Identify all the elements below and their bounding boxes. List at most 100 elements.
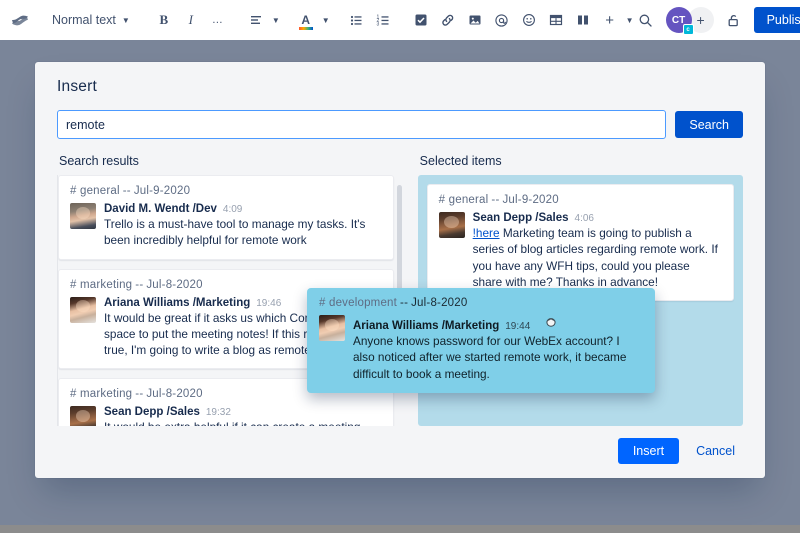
dragged-message-card[interactable]: # development--Jul-8-2020 Ariana William… <box>307 288 655 393</box>
message-row: David M. Wendt /Dev 4:09 Trello is a mus… <box>70 203 382 249</box>
message-body: Sean Depp /Sales 4:06 !here Marketing te… <box>473 212 722 290</box>
message-time: 19:32 <box>206 407 231 418</box>
channel-name: # general <box>439 194 489 206</box>
list-item[interactable]: # general--Jul-9-2020 David M. Wendt /De… <box>58 175 394 260</box>
screen: Normal text ▼ B I … ▼ A ▼ <box>0 0 800 533</box>
numbered-list-icon[interactable]: 123 <box>371 8 395 32</box>
chevron-down-icon[interactable]: ▼ <box>322 16 330 25</box>
message-text: Anyone knows password for our WebEx acco… <box>353 333 643 382</box>
message-time: 4:09 <box>223 204 242 215</box>
separator: -- <box>132 388 146 400</box>
bullet-list-icon[interactable] <box>344 8 368 32</box>
collaborator-avatars[interactable]: CT c + <box>666 7 714 33</box>
message-row: Sean Depp /Sales 4:06 !here Marketing te… <box>439 212 722 290</box>
chevron-down-icon: ▼ <box>122 16 130 25</box>
message-date: Jul-8-2020 <box>146 279 202 291</box>
message-meta: Sean Depp /Sales 19:32 <box>104 406 382 418</box>
message-meta: Ariana Williams /Marketing 19:44 <box>353 315 643 332</box>
alignment-group[interactable]: ▼ <box>244 8 280 32</box>
search-input[interactable] <box>57 110 666 139</box>
search-icon[interactable] <box>634 8 658 32</box>
text-color-letter: A <box>301 14 310 26</box>
dialog-footer: Insert Cancel <box>35 426 765 478</box>
image-icon[interactable] <box>463 8 487 32</box>
confluence-logo-icon <box>10 6 30 34</box>
emoji-icon[interactable] <box>517 8 541 32</box>
separator: -- <box>120 185 134 197</box>
editor-toolbar: Normal text ▼ B I … ▼ A ▼ <box>0 0 800 40</box>
page-layout-icon[interactable] <box>571 8 595 32</box>
link-icon[interactable] <box>436 8 460 32</box>
insert-more-button[interactable]: + <box>598 8 622 32</box>
dialog-title: Insert <box>57 78 743 96</box>
message-text-body: Marketing team is going to publish a ser… <box>473 226 718 289</box>
message-body: Ariana Williams /Marketing 19:44 Anyone … <box>353 315 643 382</box>
dialog-header: Insert <box>35 62 765 106</box>
message-date: Jul-8-2020 <box>146 388 202 400</box>
avatar-app-badge: c <box>683 24 694 35</box>
list-item[interactable]: # general--Jul-9-2020 Sean Depp /Sales 4… <box>427 184 734 301</box>
message-meta: Sean Depp /Sales 4:06 <box>473 212 722 224</box>
message-date: Jul-8-2020 <box>411 297 467 309</box>
channel-name: # general <box>70 185 120 197</box>
message-row: Sean Depp /Sales 19:32 It would be extra… <box>70 406 382 426</box>
grabbing-hand-cursor-icon <box>544 315 558 329</box>
message-author: Ariana Williams /Marketing <box>104 297 250 309</box>
channel-name: # development <box>319 297 397 309</box>
more-formatting-button[interactable]: … <box>206 8 230 32</box>
svg-text:3: 3 <box>376 22 379 27</box>
avatar[interactable]: CT c <box>666 7 692 33</box>
separator: -- <box>397 297 411 309</box>
formatting-group: B I … <box>152 8 230 32</box>
bold-button[interactable]: B <box>152 8 176 32</box>
chevron-down-icon[interactable]: ▼ <box>272 16 280 25</box>
message-time: 4:06 <box>575 213 594 224</box>
message-body: David M. Wendt /Dev 4:09 Trello is a mus… <box>104 203 382 249</box>
insert-group: + ▼ <box>409 8 634 32</box>
message-time: 19:44 <box>505 321 530 332</box>
text-align-icon[interactable] <box>244 8 268 32</box>
table-icon[interactable] <box>544 8 568 32</box>
separator: -- <box>488 194 502 206</box>
selected-items-label: Selected items <box>418 151 743 175</box>
message-row: Ariana Williams /Marketing 19:44 Anyone … <box>319 315 643 382</box>
search-results-label: Search results <box>57 151 404 175</box>
search-button[interactable]: Search <box>675 111 743 138</box>
insert-dialog: Insert Search Search results # general--… <box>35 62 765 478</box>
message-channel-line: # general--Jul-9-2020 <box>439 194 722 206</box>
text-color-icon[interactable]: A <box>294 8 318 32</box>
channel-name: # marketing <box>70 279 132 291</box>
avatar <box>70 297 96 323</box>
avatar <box>439 212 465 238</box>
message-channel-line: # general--Jul-9-2020 <box>70 185 382 197</box>
here-mention-link[interactable]: !here <box>473 226 500 240</box>
mention-at-icon[interactable] <box>490 8 514 32</box>
message-author: Sean Depp /Sales <box>104 406 200 418</box>
text-color-group[interactable]: A ▼ <box>294 8 330 32</box>
color-swatch <box>299 27 313 30</box>
message-author: Sean Depp /Sales <box>473 212 569 224</box>
chevron-down-icon[interactable]: ▼ <box>626 16 634 25</box>
toolbar-right-group: CT c + Publish Close <box>634 7 800 33</box>
search-row: Search <box>35 106 765 151</box>
message-text: Trello is a must-have tool to manage my … <box>104 216 382 249</box>
separator: -- <box>132 279 146 291</box>
publish-button[interactable]: Publish <box>754 7 800 33</box>
message-channel-line: # development--Jul-8-2020 <box>319 297 643 309</box>
window-bottom-edge <box>0 525 800 533</box>
message-author: David M. Wendt /Dev <box>104 203 217 215</box>
message-time: 19:46 <box>256 298 281 309</box>
italic-button[interactable]: I <box>179 8 203 32</box>
channel-name: # marketing <box>70 388 132 400</box>
cancel-button[interactable]: Cancel <box>688 438 743 464</box>
message-date: Jul-9-2020 <box>134 185 190 197</box>
message-text: It would be extra helpful if it can crea… <box>104 419 382 426</box>
text-style-dropdown[interactable]: Normal text ▼ <box>44 9 138 31</box>
insert-button[interactable]: Insert <box>618 438 679 464</box>
message-date: Jul-9-2020 <box>502 194 558 206</box>
lock-unlocked-icon[interactable] <box>722 8 746 32</box>
task-checkbox-icon[interactable] <box>409 8 433 32</box>
avatar <box>319 315 345 341</box>
message-author: Ariana Williams /Marketing <box>353 320 499 332</box>
message-body: Sean Depp /Sales 19:32 It would be extra… <box>104 406 382 426</box>
